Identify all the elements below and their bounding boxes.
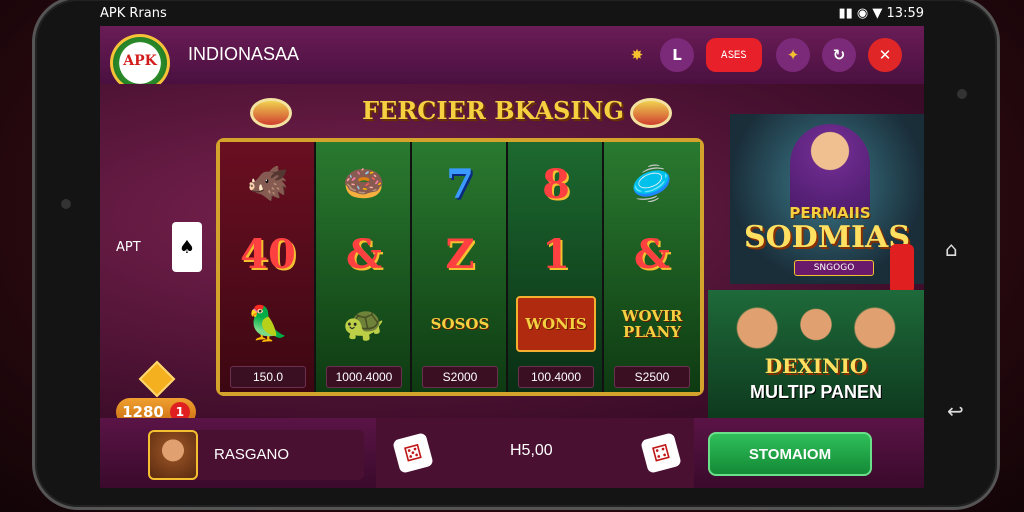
status-bar: APK Rrans ▮▮ ◉ ▼ 13:59 xyxy=(100,4,924,24)
reel-value: 100.4000 xyxy=(518,366,594,388)
reel-symbol: 40 xyxy=(240,230,296,278)
reel-symbol: 1 xyxy=(542,230,570,278)
bonus-icon[interactable]: ✦ xyxy=(776,38,810,72)
reel-symbol: 🥏 xyxy=(630,164,674,204)
reel-value: S2500 xyxy=(614,366,690,388)
home-nav-icon[interactable]: ⌂ xyxy=(945,237,958,261)
chip-icon xyxy=(250,98,292,128)
user-panel[interactable]: RASGANO xyxy=(148,430,364,480)
card-icon: ♠ xyxy=(172,222,202,272)
main-area: FERCIER BKASING APT ♠ 1280 1 🐗 40 🦜 150.0 🍩 &… xyxy=(100,84,924,426)
reel-column: 8 1 WONIS 100.4000 xyxy=(508,142,604,392)
camera-dot xyxy=(957,89,967,99)
spin-button[interactable]: STOMAIOM xyxy=(708,432,872,476)
promo2-title: DEXINIO xyxy=(764,354,868,378)
star-icon[interactable]: ✸ xyxy=(620,38,654,72)
reel-value: 150.0 xyxy=(230,366,306,388)
reel-symbol: Z xyxy=(445,230,475,278)
promo-card-2[interactable]: DEXINIO MULTIP PANEN xyxy=(708,290,924,418)
reel-column: 🍩 & 🐢 1000.4000 xyxy=(316,142,412,392)
reel-symbol: WOVIR PLANY xyxy=(621,306,683,341)
promo1-sub: SNGOGO xyxy=(794,260,874,276)
slot-reels[interactable]: 🐗 40 🦜 150.0 🍩 & 🐢 1000.4000 7 Z SOSOS S2000 8 1 WONIS… xyxy=(216,138,704,396)
avatar[interactable] xyxy=(148,430,198,480)
reel-symbol: WONIS xyxy=(516,296,596,352)
logo-text: APK xyxy=(123,53,157,69)
dice-icon[interactable]: ⚃ xyxy=(640,432,682,474)
status-right: ▮▮ ◉ ▼ 13:59 xyxy=(838,6,924,21)
status-time: 13:59 xyxy=(886,6,924,21)
reel-symbol: 🍩 xyxy=(342,164,386,204)
promo-card-1[interactable]: PERMAIIS SODMIAS SNGOGO xyxy=(730,114,924,294)
top-bar: APK INDIONASAA ✸ L ᎪᏚᎬᏚ ✦ ↻ ✕ xyxy=(100,26,924,92)
promo1-title2: SODMIAS xyxy=(744,220,910,255)
promo2-subtitle: MULTIP PANEN xyxy=(749,382,882,402)
reel-column: 7 Z SOSOS S2000 xyxy=(412,142,508,392)
letter-button[interactable]: L xyxy=(660,38,694,72)
bet-amount: H5,00 xyxy=(510,442,553,459)
reel-column: 🥏 & WOVIR PLANY S2500 xyxy=(604,142,700,392)
reel-symbol: & xyxy=(345,230,383,278)
sensor-dot xyxy=(61,199,71,209)
promo-person-image xyxy=(790,124,870,214)
banner-title: FERCIER BKASING xyxy=(362,96,624,125)
bottom-bar: RASGANO ⚄ H5,00 ⚃ STOMAIOM xyxy=(100,418,924,488)
chip-icon xyxy=(630,98,672,128)
close-icon: ✕ xyxy=(878,46,892,64)
dice-icon[interactable]: ⚄ xyxy=(392,432,434,474)
app-screen: APK INDIONASAA ✸ L ᎪᏚᎬᏚ ✦ ↻ ✕ FERCIER BK… xyxy=(100,26,924,488)
username: RASGANO xyxy=(214,446,290,463)
reel-symbol: 🦜 xyxy=(246,304,290,344)
reel-value: 1000.4000 xyxy=(326,366,402,388)
reel-symbol: 🐢 xyxy=(342,304,386,344)
reel-symbol: 7 xyxy=(446,160,474,208)
app-title: INDIONASAA xyxy=(188,44,300,64)
reel-symbol: & xyxy=(633,230,671,278)
promo1-side-tab[interactable] xyxy=(890,244,914,294)
reel-value: S2000 xyxy=(422,366,498,388)
reel-column: 🐗 40 🦜 150.0 xyxy=(220,142,316,392)
gem-icon xyxy=(138,360,176,398)
close-button[interactable]: ✕ xyxy=(868,38,902,72)
reel-symbol: 8 xyxy=(542,160,570,208)
back-nav-icon[interactable]: ↩ xyxy=(947,399,964,423)
signal-icon: ▮▮ ◉ ▼ xyxy=(838,6,883,21)
status-left-text: APK Rrans xyxy=(100,6,167,21)
side-left-text: APT xyxy=(116,240,141,255)
reel-symbol: 🐗 xyxy=(246,164,290,204)
red-pill-button[interactable]: ᎪᏚᎬᏚ xyxy=(706,38,762,72)
refresh-icon[interactable]: ↻ xyxy=(822,38,856,72)
reel-symbol: SOSOS xyxy=(430,314,490,333)
bet-panel: ⚄ H5,00 ⚃ xyxy=(376,418,694,488)
